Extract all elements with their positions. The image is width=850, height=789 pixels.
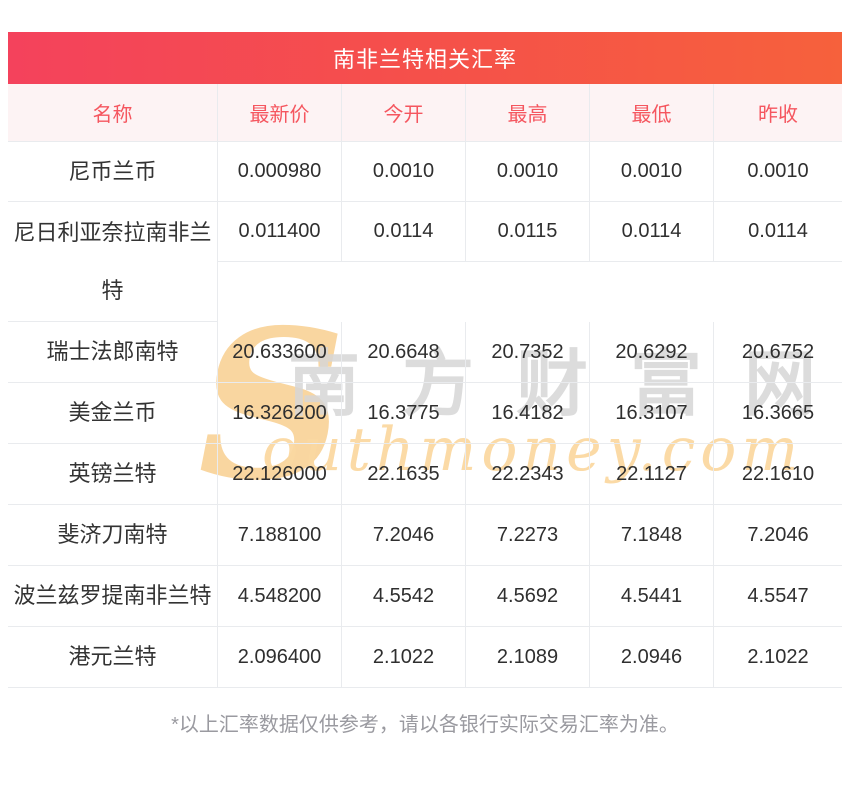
value-cell: 4.548200 [218, 566, 342, 627]
name-cell: 尼币兰币 [8, 142, 218, 202]
value-cell: 0.0010 [590, 142, 714, 202]
header-prev-close: 昨收 [714, 84, 842, 142]
table-row: 波兰兹罗提南非兰特 4.548200 4.5542 4.5692 4.5441 … [8, 566, 842, 627]
value-cell: 16.4182 [466, 383, 590, 444]
value-cell: 16.326200 [218, 383, 342, 444]
header-name: 名称 [8, 84, 218, 142]
name-cell: 港元兰特 [8, 627, 218, 688]
value-cell: 7.2046 [342, 505, 466, 566]
value-cell: 4.5441 [590, 566, 714, 627]
table-row: 港元兰特 2.096400 2.1022 2.1089 2.0946 2.102… [8, 627, 842, 688]
value-cell: 20.633600 [218, 322, 342, 383]
value-cell: 0.011400 [218, 202, 342, 262]
table-row: 斐济刀南特 7.188100 7.2046 7.2273 7.1848 7.20… [8, 505, 842, 566]
value-cell: 2.096400 [218, 627, 342, 688]
value-cell: 0.0114 [714, 202, 842, 262]
table-row: 瑞士法郎南特 20.633600 20.6648 20.7352 20.6292… [8, 322, 842, 383]
exchange-rate-table: 南非兰特相关汇率 名称 最新价 今开 最高 最低 昨收 尼币兰币 0.00098… [8, 32, 842, 688]
value-cell: 20.7352 [466, 322, 590, 383]
name-cell: 尼日利亚奈拉南非兰特 [8, 202, 218, 322]
value-cell: 22.126000 [218, 444, 342, 505]
value-cell: 16.3775 [342, 383, 466, 444]
value-cell: 4.5692 [466, 566, 590, 627]
value-cell: 0.0010 [342, 142, 466, 202]
value-cell: 22.1127 [590, 444, 714, 505]
value-cell: 20.6292 [590, 322, 714, 383]
value-cell: 22.1610 [714, 444, 842, 505]
header-low: 最低 [590, 84, 714, 142]
table-title-bar: 南非兰特相关汇率 [8, 32, 842, 84]
value-cell: 20.6648 [342, 322, 466, 383]
value-cell: 7.2046 [714, 505, 842, 566]
value-cell: 0.000980 [218, 142, 342, 202]
value-cell: 7.2273 [466, 505, 590, 566]
table-row: 美金兰币 16.326200 16.3775 16.4182 16.3107 1… [8, 383, 842, 444]
value-cell: 0.0010 [714, 142, 842, 202]
value-cell: 0.0010 [466, 142, 590, 202]
table-row: 尼币兰币 0.000980 0.0010 0.0010 0.0010 0.001… [8, 142, 842, 202]
value-cell: 22.2343 [466, 444, 590, 505]
value-cell: 0.0114 [590, 202, 714, 262]
table-row: 尼日利亚奈拉南非兰特 0.011400 0.0114 0.0115 0.0114… [8, 202, 842, 322]
value-cell: 7.1848 [590, 505, 714, 566]
name-cell: 美金兰币 [8, 383, 218, 444]
value-cell: 20.6752 [714, 322, 842, 383]
disclaimer-note: *以上汇率数据仅供参考，请以各银行实际交易汇率为准。 [0, 708, 850, 737]
header-high: 最高 [466, 84, 590, 142]
name-cell: 瑞士法郎南特 [8, 322, 218, 383]
value-cell: 4.5542 [342, 566, 466, 627]
table-header-row: 名称 最新价 今开 最高 最低 昨收 [8, 84, 842, 142]
value-cell: 0.0115 [466, 202, 590, 262]
name-cell: 波兰兹罗提南非兰特 [8, 566, 218, 627]
value-cell: 4.5547 [714, 566, 842, 627]
value-cell: 22.1635 [342, 444, 466, 505]
value-cell: 16.3665 [714, 383, 842, 444]
header-latest: 最新价 [218, 84, 342, 142]
value-cell: 16.3107 [590, 383, 714, 444]
value-cell: 7.188100 [218, 505, 342, 566]
table-title: 南非兰特相关汇率 [333, 42, 517, 74]
name-cell: 英镑兰特 [8, 444, 218, 505]
value-cell: 2.0946 [590, 627, 714, 688]
header-open: 今开 [342, 84, 466, 142]
value-cell: 0.0114 [342, 202, 466, 262]
table-row: 英镑兰特 22.126000 22.1635 22.2343 22.1127 2… [8, 444, 842, 505]
value-cell: 2.1022 [342, 627, 466, 688]
value-cell: 2.1022 [714, 627, 842, 688]
name-cell: 斐济刀南特 [8, 505, 218, 566]
value-cell: 2.1089 [466, 627, 590, 688]
